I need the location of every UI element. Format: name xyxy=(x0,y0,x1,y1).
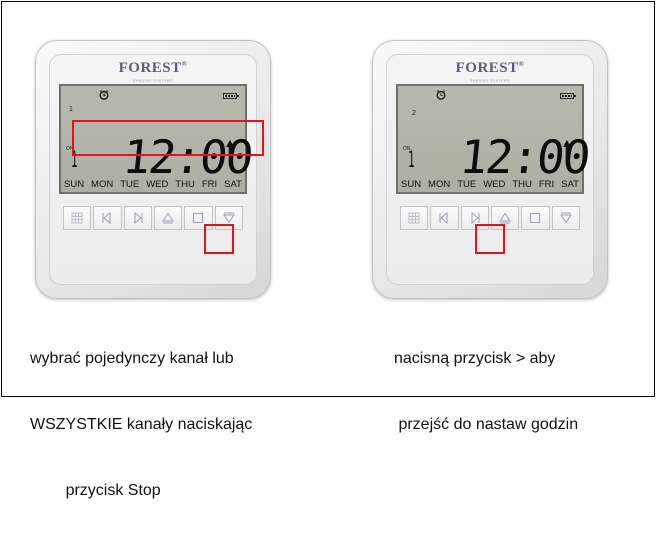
left-triangle-icon xyxy=(439,212,448,224)
caption-line: nacisną przycisk > aby xyxy=(394,350,556,367)
stop-square-icon xyxy=(193,213,204,223)
clock-icon xyxy=(99,90,109,100)
program-digit: 1 xyxy=(408,148,415,173)
caption-line: przycisk Stop xyxy=(30,482,161,499)
caption-line: WSZYSTKIE kanały naciskając xyxy=(30,416,253,433)
up-triangle-icon xyxy=(162,212,175,224)
day-label: THU xyxy=(175,179,195,190)
down-triangle-icon xyxy=(559,212,572,224)
caption-line: przejść do nastaw godzin xyxy=(394,416,579,433)
caption-line: wybrać pojedynczy kanał lub xyxy=(30,350,234,367)
stop-button[interactable] xyxy=(521,206,550,230)
left-triangle-icon xyxy=(102,212,111,224)
grid-icon xyxy=(71,212,83,224)
clock-icon xyxy=(436,90,446,100)
brand-logo: FOREST® xyxy=(455,60,525,76)
day-label: THU xyxy=(512,179,532,190)
weekday-row: SUN MON TUE WED THU FRI SAT xyxy=(401,179,579,190)
day-label: SAT xyxy=(224,179,242,190)
brand-logo: FOREST® xyxy=(118,60,188,76)
right-triangle-icon xyxy=(134,212,143,224)
remote-right: FOREST® SHADING SYSTEMS 2 ON 1 12:00 SUN… xyxy=(372,40,608,299)
day-label: TUE xyxy=(120,179,140,190)
caption-right: nacisną przycisk > aby przejść do nastaw… xyxy=(394,304,578,480)
day-label: SUN xyxy=(401,179,422,190)
brand-tagline: SHADING SYSTEMS xyxy=(470,79,510,83)
day-label: WED xyxy=(483,179,506,190)
next-button-highlight xyxy=(475,224,505,254)
lcd-display: 2 ON 1 12:00 SUN MON TUE WED THU FRI SAT xyxy=(396,84,591,194)
stop-button-highlight xyxy=(204,224,234,254)
stop-square-icon xyxy=(530,213,541,223)
up-triangle-icon xyxy=(499,212,512,224)
right-triangle-icon xyxy=(471,212,480,224)
down-button[interactable] xyxy=(551,206,580,230)
previous-button[interactable] xyxy=(93,206,122,230)
brand-tagline: SHADING SYSTEMS xyxy=(133,79,173,83)
battery-icon xyxy=(560,93,576,99)
channel-number: 1 xyxy=(69,106,73,113)
day-label: WED xyxy=(146,179,169,190)
day-label: SUN xyxy=(64,179,85,190)
channel-highlight xyxy=(72,120,264,156)
remote-left: FOREST® SHADING SYSTEMS 1 ON 1 12:00 SUN… xyxy=(35,40,271,299)
battery-icon xyxy=(223,93,239,99)
weekday-row: SUN MON TUE WED THU FRI SAT xyxy=(64,179,242,190)
day-label: FRI xyxy=(201,179,218,190)
instruction-frame: FOREST® SHADING SYSTEMS 1 ON 1 12:00 SUN… xyxy=(1,1,655,499)
channel-number: 2 xyxy=(412,110,416,117)
up-button[interactable] xyxy=(153,206,183,230)
arrow-up-icon xyxy=(563,140,571,158)
day-label: MON xyxy=(428,179,451,190)
day-label: SAT xyxy=(561,179,579,190)
grid-button[interactable] xyxy=(63,206,92,230)
day-label: TUE xyxy=(457,179,477,190)
day-label: FRI xyxy=(538,179,555,190)
grid-button[interactable] xyxy=(400,206,429,230)
previous-button[interactable] xyxy=(430,206,459,230)
down-triangle-icon xyxy=(222,212,235,224)
next-button[interactable] xyxy=(123,206,152,230)
caption-left: wybrać pojedynczy kanał lub WSZYSTKIE ka… xyxy=(30,304,252,546)
day-label: MON xyxy=(91,179,114,190)
grid-icon xyxy=(408,212,420,224)
